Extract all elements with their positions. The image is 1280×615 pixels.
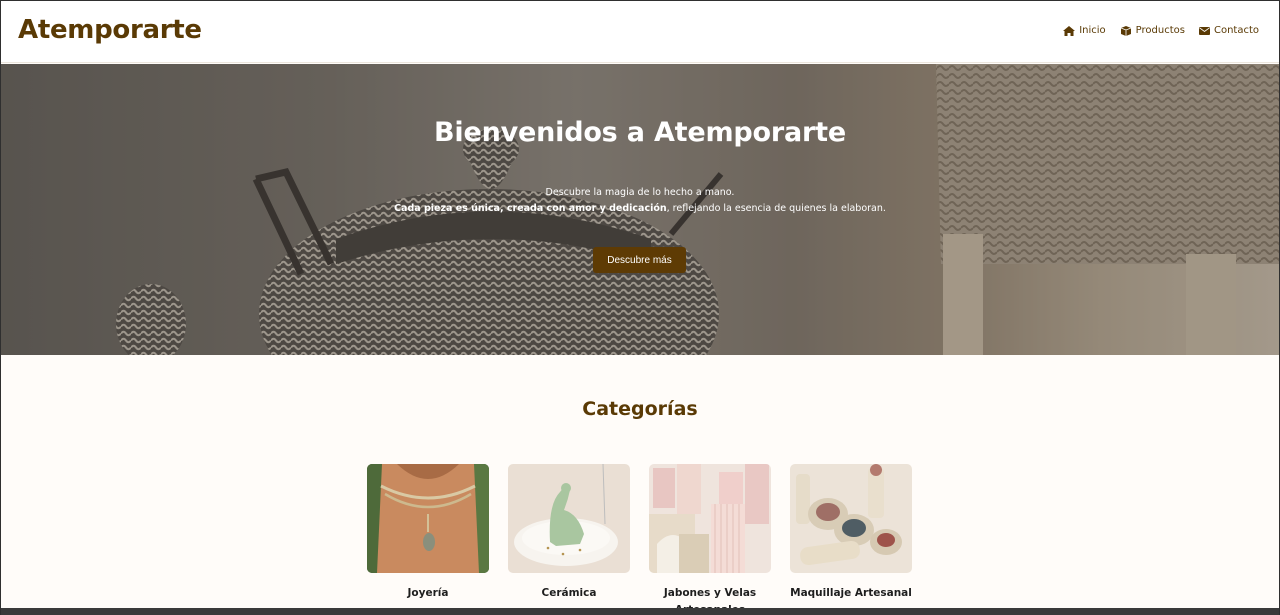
category-image[interactable] <box>367 464 489 573</box>
category-card-ceramica[interactable]: Cerámica <box>508 464 630 602</box>
nav-item-label: Contacto <box>1213 25 1259 36</box>
category-label: Cerámica <box>541 587 597 599</box>
window-bottom-edge <box>1 608 1279 615</box>
brand-logo[interactable]: Atemporarte <box>18 15 202 45</box>
category-card-jabones-velas[interactable]: Jabones y Velas Artesanales <box>649 464 771 615</box>
box-icon <box>1120 25 1132 36</box>
hero-tagline: Descubre la magia de lo hecho a mano. <box>545 187 735 198</box>
home-icon <box>1063 25 1076 36</box>
hero-title: Bienvenidos a Atemporarte <box>434 117 846 148</box>
nav-item-productos[interactable]: Productos <box>1120 25 1185 36</box>
categories-title: Categorías <box>582 398 698 420</box>
envelope-icon <box>1198 26 1210 35</box>
hero-description-rest: , reflejando la esencia de quienes la el… <box>666 203 886 214</box>
main-nav: Inicio Productos Contacto <box>1063 25 1259 36</box>
category-image[interactable] <box>790 464 912 573</box>
category-label: Joyería <box>407 587 449 599</box>
discover-more-button[interactable]: Descubre más <box>593 247 686 273</box>
nav-item-inicio[interactable]: Inicio <box>1063 25 1106 36</box>
hero-description: Cada pieza es única, creada con amor y d… <box>1 203 1279 214</box>
category-card-joyeria[interactable]: Joyería <box>367 464 489 602</box>
category-image[interactable] <box>649 464 771 573</box>
hero-description-bold: Cada pieza es única, creada con amor y d… <box>394 203 667 214</box>
nav-item-label: Productos <box>1135 25 1185 36</box>
hero-banner: Bienvenidos a Atemporarte Descubre la ma… <box>1 64 1279 355</box>
navbar: Atemporarte Inicio Productos Contacto <box>1 1 1279 63</box>
category-image[interactable] <box>508 464 630 573</box>
category-label: Maquillaje Artesanal <box>790 587 912 599</box>
nav-item-contacto[interactable]: Contacto <box>1198 25 1259 36</box>
nav-item-label: Inicio <box>1079 25 1106 36</box>
category-card-maquillaje[interactable]: Maquillaje Artesanal <box>790 464 912 602</box>
